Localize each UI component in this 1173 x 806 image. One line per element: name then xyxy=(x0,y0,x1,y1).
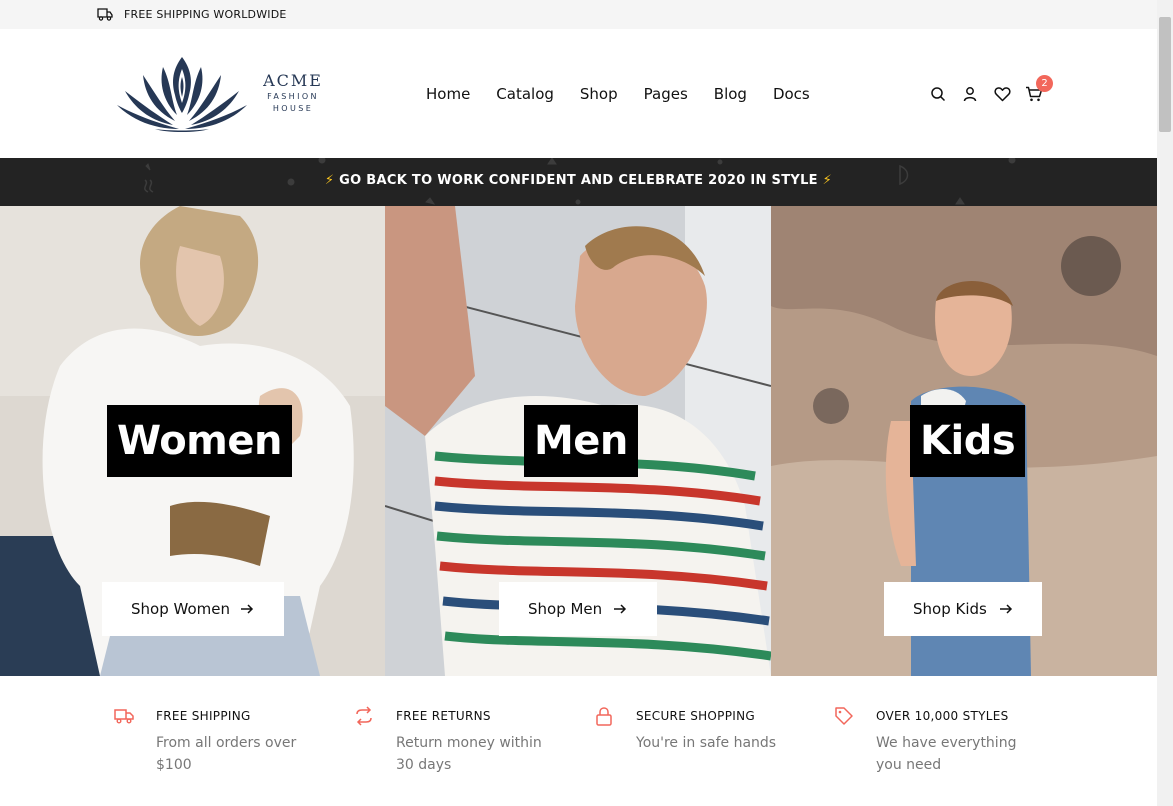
wishlist-button[interactable] xyxy=(993,85,1011,103)
brand-wordmark: ACME FASHION HOUSE xyxy=(262,71,324,115)
shop-women-label: Shop Women xyxy=(131,600,230,618)
feature-description: We have everything you need xyxy=(876,735,1017,773)
cart-count-badge: 2 xyxy=(1036,75,1053,92)
category-title-women: Women xyxy=(107,405,292,477)
category-panel-kids[interactable]: Kids Shop Kids xyxy=(771,206,1157,676)
promo-banner[interactable]: ⚡ GO BACK TO WORK CONFIDENT AND CELEBRAT… xyxy=(0,158,1157,206)
brand-name: ACME xyxy=(263,71,323,90)
category-title-men: Men xyxy=(524,405,638,477)
search-button[interactable] xyxy=(929,85,947,103)
shop-kids-label: Shop Kids xyxy=(913,600,987,618)
brand-subtitle-2: HOUSE xyxy=(272,104,314,113)
category-panel-men[interactable]: Men Shop Men xyxy=(385,206,771,676)
feature-title: SECURE SHOPPING xyxy=(636,709,755,723)
search-icon xyxy=(931,87,946,102)
feature-description: From all orders over $100 xyxy=(156,735,297,773)
shop-women-button[interactable]: Shop Women xyxy=(102,582,284,636)
arrow-right-icon xyxy=(241,604,254,614)
category-title-kids: Kids xyxy=(910,405,1026,477)
user-icon xyxy=(963,87,977,102)
main-nav: Home Catalog Shop Pages Blog Docs xyxy=(426,84,836,106)
bolt-icon: ⚡ xyxy=(822,173,833,188)
lock-icon xyxy=(596,707,612,726)
nav-blog[interactable]: Blog xyxy=(714,84,747,106)
return-arrows-icon xyxy=(356,706,372,726)
feature-description: Return money within 30 days xyxy=(396,735,542,773)
nav-pages[interactable]: Pages xyxy=(644,84,688,106)
nav-docs[interactable]: Docs xyxy=(773,84,810,106)
promo-text: ⚡ GO BACK TO WORK CONFIDENT AND CELEBRAT… xyxy=(0,173,1157,188)
feature-title: FREE SHIPPING xyxy=(156,709,251,723)
feature-title: OVER 10,000 STYLES xyxy=(876,709,1009,723)
feature-description: You're in safe hands xyxy=(636,735,777,751)
bolt-icon: ⚡ xyxy=(324,173,335,188)
shop-men-label: Shop Men xyxy=(528,600,603,618)
account-button[interactable] xyxy=(961,85,979,103)
shop-kids-button[interactable]: Shop Kids xyxy=(884,582,1042,636)
heart-icon xyxy=(993,87,1011,102)
topbar: FREE SHIPPING WORLDWIDE xyxy=(0,0,1157,29)
arrow-right-icon xyxy=(1000,604,1013,614)
tag-icon xyxy=(835,707,853,725)
truck-icon xyxy=(97,8,113,21)
site-header: ACME FASHION HOUSE Home Catalog Shop Pag… xyxy=(0,29,1157,158)
brand-subtitle-1: FASHION xyxy=(267,92,319,101)
nav-catalog[interactable]: Catalog xyxy=(496,84,554,106)
nav-shop[interactable]: Shop xyxy=(580,84,618,106)
promo-message: GO BACK TO WORK CONFIDENT AND CELEBRATE … xyxy=(339,173,818,188)
lotus-logo-icon xyxy=(117,57,247,132)
feature-title: FREE RETURNS xyxy=(396,709,491,723)
scrollbar-thumb[interactable] xyxy=(1159,17,1171,132)
shop-men-button[interactable]: Shop Men xyxy=(499,582,657,636)
category-panel-women[interactable]: Women Shop Women xyxy=(0,206,385,676)
arrow-right-icon xyxy=(614,604,627,614)
truck-icon xyxy=(114,709,134,724)
nav-home[interactable]: Home xyxy=(426,84,470,106)
topbar-shipping-text: FREE SHIPPING WORLDWIDE xyxy=(124,8,287,21)
